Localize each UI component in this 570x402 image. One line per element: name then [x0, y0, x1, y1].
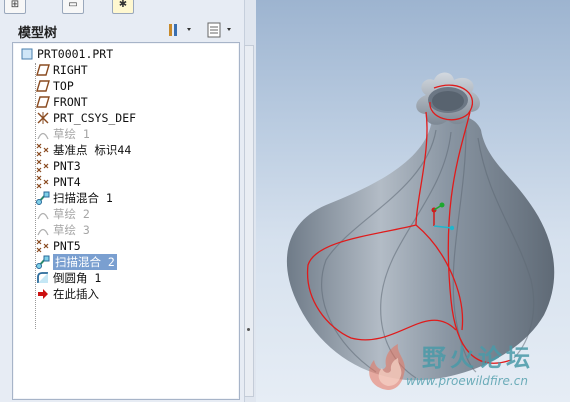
tree-item-sketch-2[interactable]: 草绘 2 [35, 206, 90, 222]
model-tree: PRT0001.PRT RIGHT TOP FRONT PRT_CSYS_DEF… [12, 42, 240, 400]
tree-item-label: 基准点 标识44 [53, 143, 132, 157]
round-icon [35, 270, 51, 286]
insert-here-arrow-icon [35, 286, 51, 302]
tree-item-label: 在此插入 [53, 287, 99, 301]
tree-item-front[interactable]: FRONT [35, 94, 88, 110]
tree-item-sketch-1[interactable]: 草绘 1 [35, 126, 90, 142]
tree-item-label: PRT_CSYS_DEF [53, 111, 137, 125]
tree-item-label: RIGHT [53, 63, 88, 77]
datum-point-icon [35, 158, 51, 174]
tree-item-label: 扫描混合 1 [53, 191, 113, 205]
tree-item-right[interactable]: RIGHT [35, 62, 88, 78]
tree-item-label: TOP [53, 79, 74, 93]
model-tree-tab[interactable]: ⊞ [4, 0, 26, 14]
tree-item-label: PNT4 [53, 175, 81, 189]
sketch-icon [35, 126, 51, 142]
navigator-tabs: ⊞ ▭ ✱ [4, 0, 244, 14]
tree-item-pnt3[interactable]: PNT3 [35, 158, 81, 174]
folder-browser-tab[interactable]: ▭ [62, 0, 84, 14]
datum-point-icon [35, 238, 51, 254]
tree-item-pnt5[interactable]: PNT5 [35, 238, 81, 254]
tree-item-swept-blend-1[interactable]: 扫描混合 1 [35, 190, 113, 206]
sketch-icon [35, 222, 51, 238]
tools-icon [169, 24, 191, 36]
tree-item-sketch-3[interactable]: 草绘 3 [35, 222, 90, 238]
tree-root[interactable]: PRT0001.PRT [19, 46, 113, 62]
tree-item-pnt4[interactable]: PNT4 [35, 174, 81, 190]
panel-title: 模型树 [18, 26, 58, 41]
part-icon [19, 46, 35, 62]
panel-header: 模型树 [6, 16, 244, 42]
navigator-pane: ⊞ ▭ ✱ 模型树 PRT0001.PRT RIGHT TOP FRONT PR… [0, 0, 254, 402]
swept-blend-icon [35, 254, 51, 270]
datum-plane-icon [35, 78, 51, 94]
tree-item-label: 倒圆角 1 [53, 271, 102, 285]
list-options-icon [207, 22, 231, 38]
tree-item-label: FRONT [53, 95, 88, 109]
forum-watermark: 野火论坛 www.proewildfire.cn [358, 334, 568, 400]
tree-item-swept-blend-2[interactable]: 扫描混合 2 [35, 254, 117, 270]
datum-plane-icon [35, 94, 51, 110]
tree-item-datum-point-44[interactable]: 基准点 标识44 [35, 142, 131, 158]
datum-point-icon [35, 142, 51, 158]
tree-item-round-1[interactable]: 倒圆角 1 [35, 270, 101, 286]
sketch-icon [35, 206, 51, 222]
tree-root-label: PRT0001.PRT [37, 47, 114, 61]
scroll-grip-dot [247, 328, 250, 331]
graphics-viewport[interactable]: 野火论坛 www.proewildfire.cn [256, 0, 570, 402]
favorites-tab[interactable]: ✱ [112, 0, 134, 14]
navigator-scrollbar[interactable] [244, 45, 254, 397]
tree-item-label: 扫描混合 2 [53, 254, 117, 270]
tree-item-label: 草绘 1 [53, 127, 90, 141]
csys-icon [35, 110, 51, 126]
watermark-title: 野火论坛 [422, 344, 534, 372]
tree-item-top[interactable]: TOP [35, 78, 74, 94]
settings-tool-button[interactable] [164, 20, 196, 40]
tree-item-label: PNT5 [53, 239, 81, 253]
tree-item-csys[interactable]: PRT_CSYS_DEF [35, 110, 136, 126]
watermark-url: www.proewildfire.cn [406, 374, 528, 388]
show-options-button[interactable] [204, 20, 238, 40]
tree-item-label: PNT3 [53, 159, 81, 173]
tree-item-label: 草绘 2 [53, 207, 90, 221]
swept-blend-icon [35, 190, 51, 206]
tree-item-insert-here[interactable]: 在此插入 [35, 286, 99, 302]
datum-point-icon [35, 174, 51, 190]
datum-plane-icon [35, 62, 51, 78]
flame-logo-icon [369, 344, 405, 390]
tree-item-label: 草绘 3 [53, 223, 90, 237]
